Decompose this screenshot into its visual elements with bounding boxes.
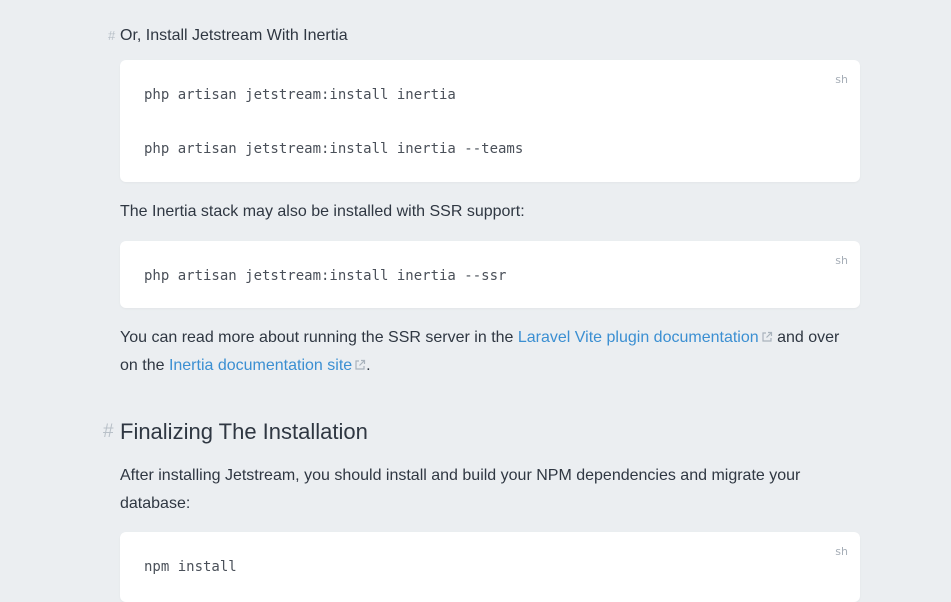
code-block-npm: sh npm install [120, 532, 860, 602]
paragraph-finalize: After installing Jetstream, you should i… [120, 467, 801, 512]
code-line: php artisan jetstream:install inertia --… [144, 268, 507, 284]
paragraph-ssr-more: You can read more about running the SSR … [120, 324, 860, 380]
heading-anchor-finalizing[interactable]: # [103, 421, 114, 443]
external-link-icon [762, 331, 772, 342]
paragraph-text: You can read more about running the SSR … [120, 329, 518, 346]
paragraph-text: . [366, 357, 371, 374]
link-label: Laravel Vite plugin documentation [517, 329, 759, 346]
inertia-docs-link[interactable]: Inertia documentation site [169, 357, 366, 374]
heading-anchor-install-inertia[interactable]: # [108, 28, 115, 44]
code-line: npm install [144, 559, 237, 575]
code-language-label: sh [835, 73, 848, 86]
code-block-ssr: sh php artisan jetstream:install inertia… [120, 241, 860, 308]
external-link-icon [355, 359, 366, 370]
code-language-label: sh [835, 254, 848, 267]
heading-install-jetstream-inertia: Or, Install Jetstream With Inertia [120, 27, 348, 44]
heading-finalizing-installation: Finalizing The Installation [120, 419, 368, 444]
paragraph-ssr-intro: The Inertia stack may also be installed … [120, 203, 525, 220]
link-label: Inertia documentation site [168, 357, 353, 374]
code-line: php artisan jetstream:install inertia [144, 87, 456, 103]
code-language-label: sh [835, 545, 848, 558]
code-block-inertia: sh php artisan jetstream:install inertia… [120, 60, 860, 182]
code-line: php artisan jetstream:install inertia --… [144, 141, 524, 157]
laravel-vite-docs-link[interactable]: Laravel Vite plugin documentation [518, 329, 773, 346]
